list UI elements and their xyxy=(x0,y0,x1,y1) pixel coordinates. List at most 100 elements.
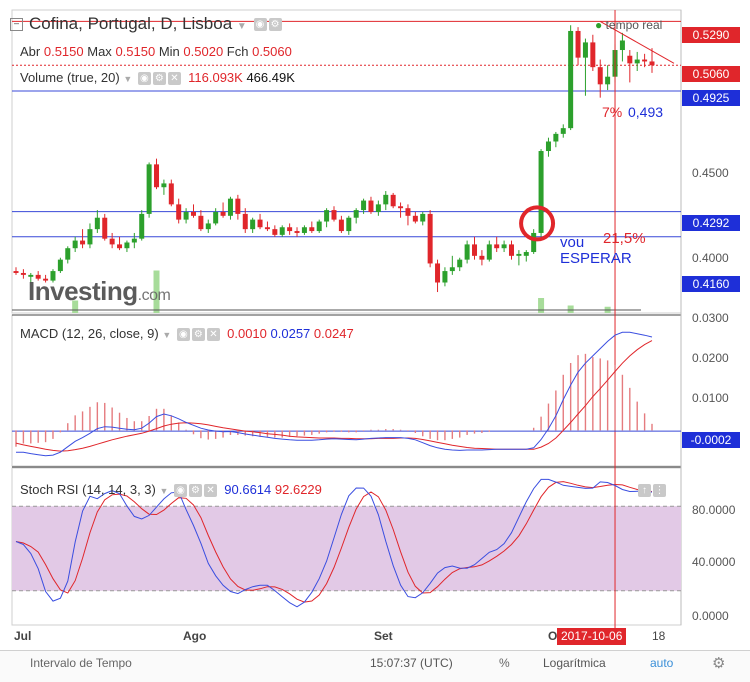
candle-body xyxy=(538,151,544,233)
candle-body xyxy=(13,271,19,273)
stoch-dropdown-icon[interactable]: ▼ xyxy=(159,486,168,496)
candle-body xyxy=(198,215,204,230)
candle-body xyxy=(131,238,137,243)
candle-body xyxy=(235,198,241,214)
volume-gear-icon[interactable]: ⚙ xyxy=(152,72,166,86)
candle-body xyxy=(227,198,233,216)
candle-body xyxy=(220,212,226,216)
macd-dropdown-icon[interactable]: ▼ xyxy=(162,330,171,340)
candle-body xyxy=(420,213,426,222)
candle-body xyxy=(531,232,537,253)
candle-body xyxy=(405,208,411,216)
candle-body xyxy=(346,217,352,232)
chart-footer: Intervalo de Tempo 15:07:37 (UTC) % Loga… xyxy=(0,650,750,682)
price-tick-0300: 0.0300 xyxy=(692,311,729,325)
volume-bar xyxy=(567,305,574,313)
macd-label: MACD (12, 26, close, 9) xyxy=(20,326,159,341)
candle-body xyxy=(523,252,529,256)
price-tick-1: 0.4000 xyxy=(692,251,729,265)
macd-gear-icon[interactable]: ⚙ xyxy=(191,328,205,342)
candle-body xyxy=(87,229,93,245)
candle-body xyxy=(279,227,285,235)
stoch-eye-icon[interactable]: ◉ xyxy=(174,484,188,498)
stoch-band xyxy=(12,506,681,591)
volume-dropdown-icon[interactable]: ▼ xyxy=(123,74,132,84)
volume-close-icon[interactable]: ✕ xyxy=(167,72,181,86)
candle-body xyxy=(649,61,655,66)
candle-body xyxy=(442,271,448,283)
candle-body xyxy=(250,219,256,230)
eye-icon[interactable]: ◉ xyxy=(253,18,267,32)
volume-value-2: 466.49K xyxy=(246,70,295,85)
candle-body xyxy=(590,42,596,68)
more-icon[interactable]: ⋮ xyxy=(653,484,666,498)
time-interval-button[interactable]: Intervalo de Tempo xyxy=(30,656,132,670)
candle-body xyxy=(102,217,108,239)
candle-body xyxy=(57,259,63,272)
crosshair-date-tag: 2017-10-06 xyxy=(557,628,627,645)
candle-body xyxy=(486,244,492,260)
log-scale-toggle[interactable]: Logarítmica xyxy=(543,656,606,670)
macd-signal-line xyxy=(15,340,653,452)
candle-body xyxy=(597,67,603,85)
candle-body xyxy=(301,227,307,233)
candle-body xyxy=(398,206,404,209)
candle-body xyxy=(516,253,522,256)
candle-body xyxy=(575,30,581,58)
candle-body xyxy=(183,212,189,220)
macd-tick-1: 0.0100 xyxy=(692,391,729,405)
candle-body xyxy=(449,267,455,272)
candle-body xyxy=(124,242,130,249)
x-label-18: 18 xyxy=(652,629,666,643)
stoch-close-icon[interactable]: ✕ xyxy=(204,484,218,498)
candle-body xyxy=(272,229,278,235)
price-tag-4925: 0.4925 xyxy=(682,90,740,106)
macd-eye-icon[interactable]: ◉ xyxy=(176,328,190,342)
price-tag-5060: 0.5060 xyxy=(682,66,740,82)
candle-body xyxy=(94,217,100,230)
stoch-tick-1: 40.0000 xyxy=(692,555,736,569)
candle-body xyxy=(20,272,26,275)
candle-body xyxy=(338,219,344,232)
max-value: 0.5150 xyxy=(115,44,156,59)
percent-toggle[interactable]: % xyxy=(499,656,510,670)
macd-close-icon[interactable]: ✕ xyxy=(206,328,220,342)
macd-value-2: 0.0257 xyxy=(270,326,311,341)
stoch-label: Stoch RSI (14, 14, 3, 3) xyxy=(20,482,156,497)
price-tag-4292: 0.4292 xyxy=(682,215,740,231)
candle-body xyxy=(605,76,611,85)
symbol-name: Cofina, Portugal, D, Lisboa xyxy=(29,14,233,33)
annotation-7pct: 7% xyxy=(602,104,623,120)
move-up-icon[interactable]: ↑ xyxy=(638,484,651,498)
stoch-gear-icon[interactable]: ⚙ xyxy=(189,484,203,498)
volume-value-1: 116.093K xyxy=(188,70,243,85)
candle-body xyxy=(427,213,433,264)
annotation-0493: 0,493 xyxy=(628,104,664,120)
gear-icon[interactable]: ⚙ xyxy=(268,18,282,32)
stoch-value-1: 90.6614 xyxy=(224,482,272,497)
symbol-title: – Cofina, Portugal, D, Lisboa ▼ ◉ ⚙ xyxy=(10,14,282,34)
stoch-tick-0: 80.0000 xyxy=(692,503,736,517)
volume-eye-icon[interactable]: ◉ xyxy=(137,72,151,86)
candle-body xyxy=(435,263,441,283)
symbol-dropdown-icon[interactable]: ▼ xyxy=(237,21,247,32)
candle-body xyxy=(287,227,293,232)
candle-body xyxy=(72,240,78,249)
realtime-label: tempo real xyxy=(605,18,663,32)
volume-bar xyxy=(538,298,545,313)
abr-value: 0.5150 xyxy=(43,44,84,59)
min-label: Min xyxy=(158,44,180,59)
auto-scale-toggle[interactable]: auto xyxy=(650,656,673,670)
candle-body xyxy=(472,244,478,256)
x-label-set: Set xyxy=(374,629,393,643)
realtime-dot-icon: ● xyxy=(595,18,603,32)
candle-body xyxy=(117,244,123,249)
settings-gear-icon[interactable]: ⚙ xyxy=(712,654,725,672)
volume-label: Volume (true, 20) xyxy=(20,70,120,85)
candle-body xyxy=(294,231,300,233)
clock-readout: 15:07:37 (UTC) xyxy=(370,656,453,670)
collapse-icon[interactable]: – xyxy=(10,18,23,32)
candle-body xyxy=(568,30,574,129)
annotation-21pct: 21,5% xyxy=(603,230,646,247)
price-tag-4160: 0.4160 xyxy=(682,276,740,292)
